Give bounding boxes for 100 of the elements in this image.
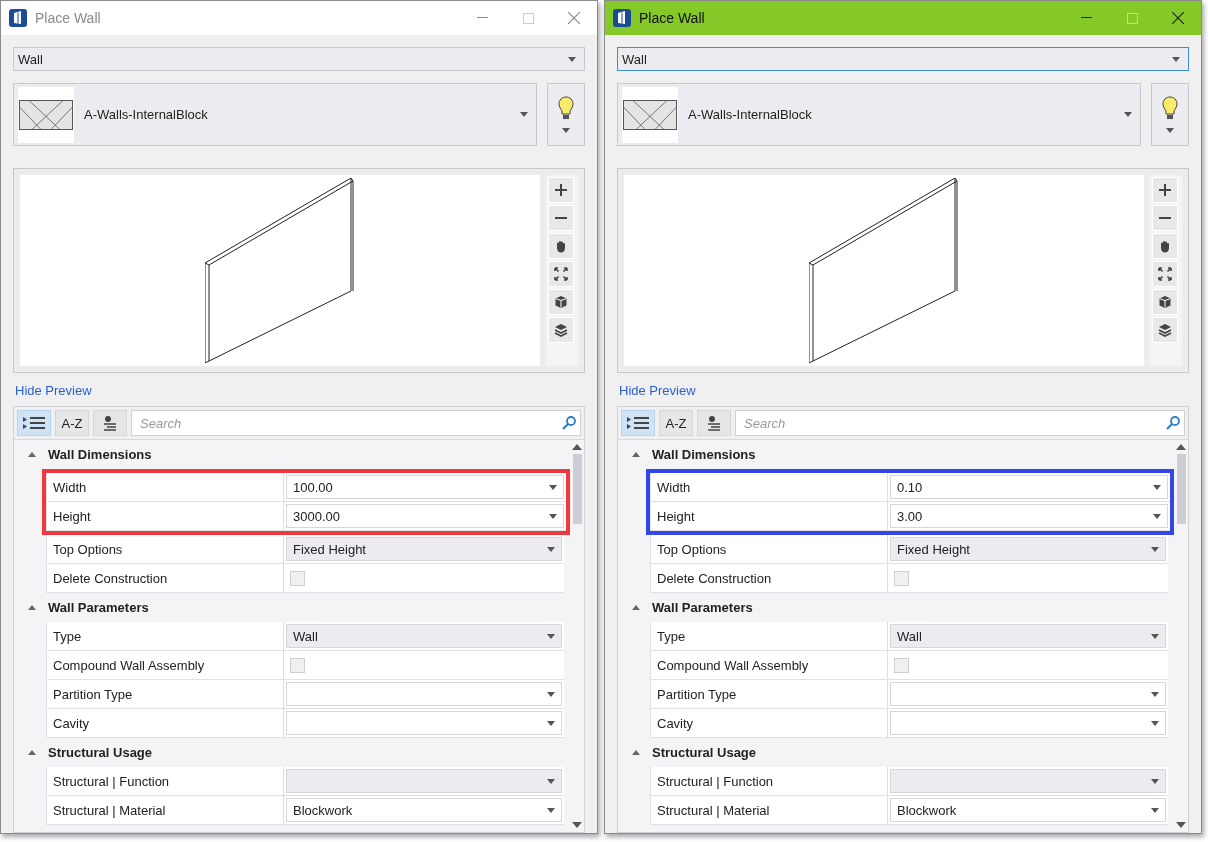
zoom-out-button[interactable]	[548, 205, 574, 231]
fit-view-button[interactable]	[1152, 261, 1178, 287]
property-label: Width	[650, 473, 888, 501]
template-combo[interactable]: A-Walls-InternalBlock	[617, 83, 1141, 146]
property-label: Width	[46, 473, 284, 501]
caret-icon	[1151, 546, 1159, 552]
section-header: Wall Dimensions	[652, 447, 756, 462]
property-label: Type	[650, 622, 888, 650]
caret-icon	[549, 513, 557, 519]
sort-button[interactable]: A-Z	[55, 410, 89, 436]
search-icon	[1166, 416, 1180, 430]
collapse-toggle-icon[interactable]	[632, 605, 640, 610]
property-label: Height	[46, 502, 284, 530]
collapse-toggle-icon[interactable]	[28, 750, 36, 755]
bulb-dropdown-button[interactable]	[547, 83, 585, 146]
cube-icon	[1158, 295, 1172, 309]
light-bulb-icon	[1162, 96, 1178, 122]
scroll-up-icon[interactable]	[572, 444, 582, 450]
property-label: Partition Type	[650, 680, 888, 708]
caret-icon	[1153, 484, 1161, 490]
property-label: Delete Construction	[46, 564, 284, 592]
caret-icon	[568, 56, 576, 62]
zoom-out-button[interactable]	[1152, 205, 1178, 231]
property-pages-icon	[706, 415, 722, 431]
layers-button[interactable]	[548, 317, 574, 343]
property-label: Top Options	[46, 535, 284, 563]
categorized-view-button[interactable]	[17, 410, 51, 436]
cube-icon	[554, 295, 568, 309]
cube-button[interactable]	[1152, 289, 1178, 315]
search-field[interactable]: Search	[131, 410, 581, 436]
zoom-in-icon	[554, 183, 568, 197]
hand-button[interactable]	[1152, 233, 1178, 259]
fit-view-icon	[554, 267, 568, 281]
hand-icon	[1158, 239, 1172, 253]
app-icon	[613, 9, 631, 27]
property-label: Cavity	[650, 709, 888, 737]
collapse-toggle-icon[interactable]	[632, 750, 640, 755]
hide-preview-link[interactable]: Hide Preview	[15, 383, 92, 398]
caret-icon	[1151, 691, 1159, 697]
collapse-toggle-icon[interactable]	[28, 605, 36, 610]
caret-icon	[549, 484, 557, 490]
property-label: Partition Type	[46, 680, 284, 708]
minimize-icon	[476, 17, 488, 19]
layers-button[interactable]	[1152, 317, 1178, 343]
placement-combo[interactable]: Wall	[13, 47, 585, 71]
caret-icon	[547, 546, 555, 552]
zoom-in-button[interactable]	[548, 177, 574, 203]
categorized-list-icon	[23, 417, 45, 429]
search-field[interactable]: Search	[735, 410, 1185, 436]
scroll-down-icon[interactable]	[572, 822, 582, 828]
fit-view-button[interactable]	[548, 261, 574, 287]
app-icon	[9, 9, 27, 27]
scrollbar-thumb[interactable]	[1176, 454, 1186, 524]
sort-button[interactable]: A-Z	[659, 410, 693, 436]
categorized-view-button[interactable]	[621, 410, 655, 436]
property-pages-button[interactable]	[697, 410, 731, 436]
close-icon	[1172, 12, 1184, 24]
collapse-toggle-icon[interactable]	[632, 452, 640, 457]
property-pages-button[interactable]	[93, 410, 127, 436]
cube-button[interactable]	[548, 289, 574, 315]
property-label: Structural | Material	[650, 796, 888, 824]
caret-icon	[1151, 720, 1159, 726]
property-label: Compound Wall Assembly	[46, 651, 284, 679]
bulb-dropdown-button[interactable]	[1151, 83, 1189, 146]
property-dropdown[interactable]: 3.00	[890, 504, 1168, 528]
section-header: Wall Parameters	[652, 600, 753, 615]
caret-icon	[520, 112, 528, 117]
minimize-icon	[1080, 17, 1092, 19]
hand-button[interactable]	[548, 233, 574, 259]
property-dropdown[interactable]: Blockwork	[890, 798, 1166, 822]
property-label: Top Options	[650, 535, 888, 563]
maximize-icon	[522, 12, 534, 24]
caret-icon	[547, 778, 555, 784]
caret-icon	[547, 720, 555, 726]
scroll-down-icon[interactable]	[1176, 822, 1186, 828]
caret-icon	[562, 128, 570, 133]
template-combo[interactable]: A-Walls-InternalBlock	[13, 83, 537, 146]
placement-combo[interactable]: Wall	[617, 47, 1189, 71]
hide-preview-link[interactable]: Hide Preview	[619, 383, 696, 398]
property-dropdown[interactable]: 100.00	[286, 475, 564, 499]
zoom-in-button[interactable]	[1152, 177, 1178, 203]
property-label: Delete Construction	[650, 564, 888, 592]
property-dropdown[interactable]: 0.10	[890, 475, 1168, 499]
property-label: Type	[46, 622, 284, 650]
caret-icon	[1151, 633, 1159, 639]
caret-icon	[1124, 112, 1132, 117]
scrollbar-thumb[interactable]	[572, 454, 582, 524]
layers-icon	[1158, 323, 1172, 337]
caret-icon	[1166, 128, 1174, 133]
property-dropdown[interactable]: 3000.00	[286, 504, 564, 528]
window-title: Place Wall	[639, 10, 706, 26]
caret-icon	[1172, 56, 1180, 62]
property-label: Compound Wall Assembly	[650, 651, 888, 679]
section-header: Structural Usage	[652, 745, 757, 760]
scroll-up-icon[interactable]	[1176, 444, 1186, 450]
property-pages-icon	[102, 415, 118, 431]
hand-icon	[554, 239, 568, 253]
categorized-list-icon	[627, 417, 649, 429]
collapse-toggle-icon[interactable]	[28, 452, 36, 457]
property-dropdown[interactable]: Blockwork	[286, 798, 562, 822]
